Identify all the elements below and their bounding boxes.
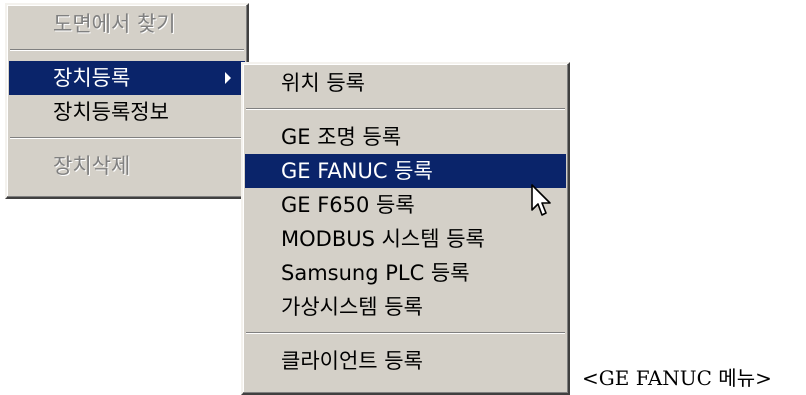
submenu-item-virtual-system-register[interactable]: 가상시스템 등록 (243, 290, 568, 324)
figure-caption: <GE FANUC 메뉴> (582, 366, 772, 390)
menu-separator (243, 324, 568, 344)
menu-item-find-in-drawing[interactable]: 도면에서 찾기 (7, 7, 247, 41)
context-menu: 도면에서 찾기 장치등록 장치등록정보 장치삭제 (5, 3, 249, 199)
menu-item-device-delete[interactable]: 장치삭제 (7, 149, 247, 183)
submenu-item-location-register[interactable]: 위치 등록 (243, 66, 568, 100)
device-register-submenu: 위치 등록 GE 조명 등록 GE FANUC 등록 GE F650 등록 MO… (241, 62, 570, 395)
menu-item-label: 장치등록 (53, 66, 131, 90)
mouse-pointer-icon (531, 184, 551, 216)
submenu-item-client-register[interactable]: 클라이언트 등록 (243, 344, 568, 378)
menu-separator (7, 129, 247, 149)
submenu-arrow-icon (225, 72, 231, 84)
menu-item-device-register[interactable]: 장치등록 (9, 61, 245, 95)
submenu-item-ge-f650-register[interactable]: GE F650 등록 (243, 188, 568, 222)
menu-separator (243, 100, 568, 120)
submenu-item-samsung-plc-register[interactable]: Samsung PLC 등록 (243, 256, 568, 290)
menu-item-device-register-info[interactable]: 장치등록정보 (7, 95, 247, 129)
submenu-item-ge-lighting-register[interactable]: GE 조명 등록 (243, 120, 568, 154)
menu-separator (7, 41, 247, 61)
submenu-item-modbus-system-register[interactable]: MODBUS 시스템 등록 (243, 222, 568, 256)
submenu-item-ge-fanuc-register[interactable]: GE FANUC 등록 (245, 154, 566, 188)
